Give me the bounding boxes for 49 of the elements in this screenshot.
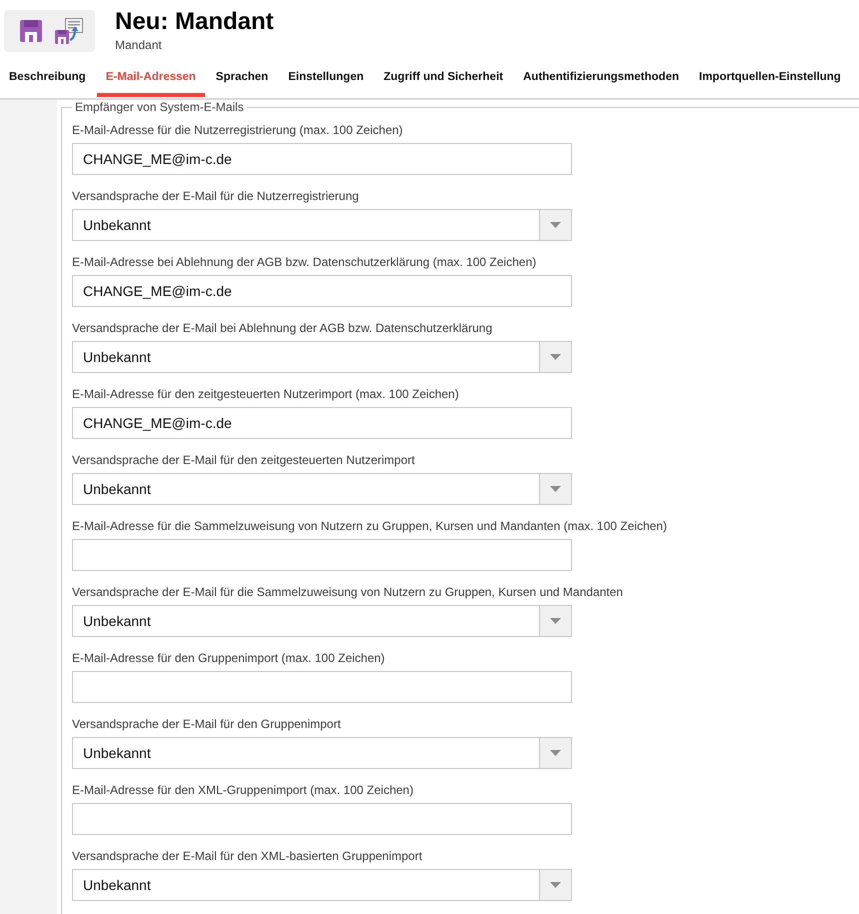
field-label: Versandsprache der E-Mail für den Gruppenimport	[72, 716, 342, 732]
text-field[interactable]: CHANGE_ME@im-c.de	[72, 407, 572, 439]
tab[interactable]: Zugriff und Sicherheit	[374, 60, 512, 97]
field-label: E-Mail-Adresse für die Nutzerregistrierung (max. 100 Zeichen)	[72, 122, 404, 138]
field-label: Versandsprache der E-Mail für den zeitgesteuerten Nutzerimport	[72, 452, 416, 468]
dropdown-field[interactable]: Unbekannt	[72, 209, 572, 241]
text-field[interactable]	[72, 803, 572, 835]
field-label: E-Mail-Adresse für die Sammelzuweisung von Nutzern zu Gruppen, Kursen und Mandanten (max. 100 Zeichen)	[72, 518, 668, 534]
field-label: Versandsprache der E-Mail für die Sammelzuweisung von Nutzern zu Gruppen, Kursen und Mandanten	[72, 584, 624, 600]
field-label: E-Mail-Adresse bei Ablehnung der AGB bzw. Datenschutzerklärung (max. 100 Zeichen)	[72, 254, 538, 270]
page-title: Neu: Mandant	[115, 8, 274, 36]
dropdown-toggle[interactable]	[539, 738, 571, 768]
caret-icon	[550, 618, 561, 624]
tab[interactable]: Authentifizierungsmethoden	[514, 60, 688, 97]
caret-icon	[550, 354, 561, 360]
dropdown-toggle[interactable]	[539, 342, 571, 372]
tab[interactable]: Beschreibung	[0, 60, 95, 97]
dropdown-toggle[interactable]	[539, 474, 571, 504]
field-label: E-Mail-Adresse für den zeitgesteuerten Nutzerimport (max. 100 Zeichen)	[72, 386, 460, 402]
dropdown-field[interactable]: Unbekannt	[72, 869, 572, 901]
tab[interactable]: Sprachen	[206, 60, 278, 97]
page-subtitle: Mandant	[115, 38, 163, 52]
field-label: Versandsprache der E-Mail bei Ablehnung der AGB bzw. Datenschutzerklärung	[72, 320, 494, 336]
tab[interactable]: Einstellungen	[279, 60, 373, 97]
dropdown-field[interactable]: Unbekannt	[72, 473, 572, 505]
caret-icon	[550, 222, 561, 228]
dropdown-field[interactable]: Unbekannt	[72, 737, 572, 769]
dropdown-toggle[interactable]	[539, 606, 571, 636]
field-label: Versandsprache der E-Mail für den XML-basierten Gruppenimport	[72, 848, 424, 864]
caret-icon	[550, 486, 561, 492]
caret-icon	[550, 882, 561, 888]
save-button[interactable]	[20, 20, 42, 42]
section-legend: Empfänger von System-E-Mails	[72, 100, 247, 114]
text-field[interactable]	[72, 671, 572, 703]
text-field[interactable]: CHANGE_ME@im-c.de	[72, 275, 572, 307]
text-field[interactable]: CHANGE_ME@im-c.de	[72, 143, 572, 175]
dropdown-toggle[interactable]	[539, 870, 571, 900]
tab[interactable]: Importquellen-Einstellung	[690, 60, 850, 97]
field-label: Versandsprache der E-Mail für die Nutzerregistrierung	[72, 188, 360, 204]
field-label: E-Mail-Adresse für den Gruppenimport (max. 100 Zeichen)	[72, 650, 386, 666]
field-label: E-Mail-Adresse für den XML-Gruppenimport (max. 100 Zeichen)	[72, 782, 414, 798]
dropdown-toggle[interactable]	[539, 210, 571, 240]
dropdown-field[interactable]: Unbekannt	[72, 341, 572, 373]
text-field[interactable]	[72, 539, 572, 571]
save-icon	[20, 20, 42, 42]
caret-icon	[550, 750, 561, 756]
floppy-document-arrow-icon	[55, 18, 83, 44]
save-copy-button[interactable]	[55, 18, 83, 44]
dropdown-field[interactable]: Unbekannt	[72, 605, 572, 637]
